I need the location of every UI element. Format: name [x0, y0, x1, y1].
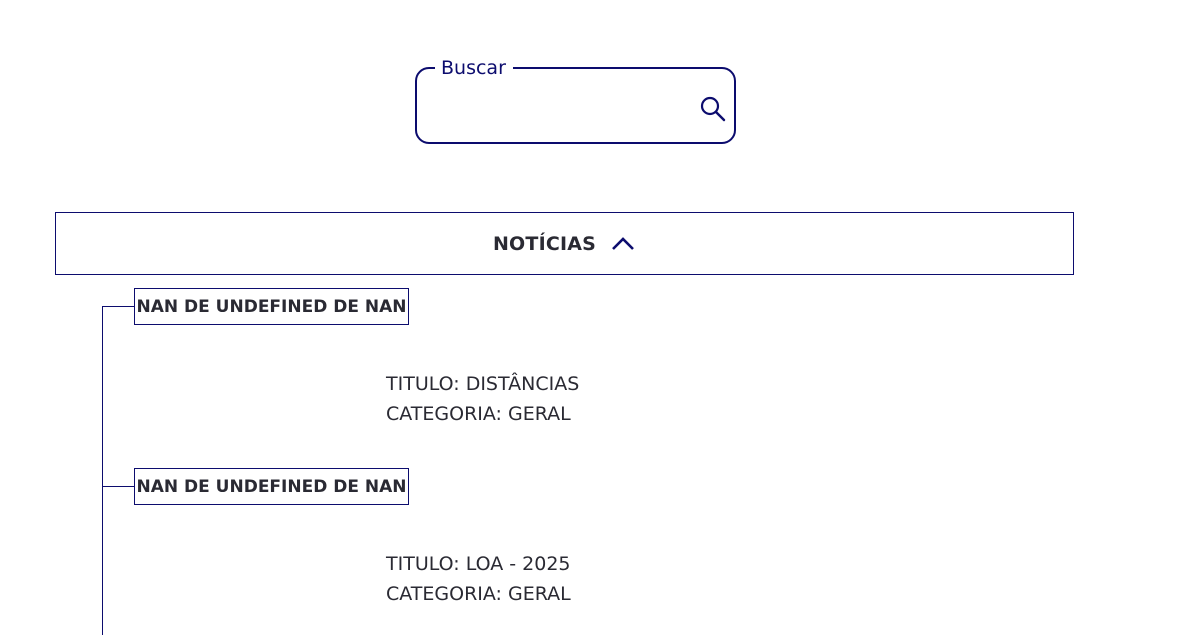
news-item-details[interactable]: TITULO: LOA - 2025 CATEGORIA: GERAL — [386, 549, 571, 609]
news-title-prefix: TITULO: — [386, 553, 460, 575]
news-category: GERAL — [508, 403, 571, 425]
news-category-prefix: CATEGORIA: — [386, 403, 502, 425]
news-title-line: TITULO: DISTÂNCIAS — [386, 369, 579, 399]
news-item-details[interactable]: TITULO: DISTÂNCIAS CATEGORIA: GERAL — [386, 369, 579, 429]
timeline-connector — [102, 306, 135, 307]
news-category: GERAL — [508, 583, 571, 605]
search-field[interactable]: Buscar — [415, 57, 736, 144]
search-icon[interactable] — [699, 95, 727, 123]
news-category-line: CATEGORIA: GERAL — [386, 579, 571, 609]
news-title-prefix: TITULO: — [386, 373, 460, 395]
search-label: Buscar — [435, 57, 513, 79]
news-title: LOA - 2025 — [465, 553, 571, 575]
news-title: DISTÂNCIAS — [465, 373, 580, 395]
news-date-badge: NAN DE UNDEFINED DE NAN — [134, 468, 409, 505]
search-input[interactable] — [435, 91, 699, 123]
page: Buscar NOTÍCIAS NAN DE UNDEFINED DE NAN … — [0, 0, 1185, 635]
chevron-up-icon — [610, 236, 636, 252]
news-accordion-header[interactable]: NOTÍCIAS — [55, 212, 1074, 275]
accordion-title: NOTÍCIAS — [492, 232, 597, 255]
timeline-line — [102, 306, 103, 635]
timeline-connector — [102, 486, 135, 487]
news-title-line: TITULO: LOA - 2025 — [386, 549, 571, 579]
news-category-line: CATEGORIA: GERAL — [386, 399, 579, 429]
news-category-prefix: CATEGORIA: — [386, 583, 502, 605]
news-date-badge: NAN DE UNDEFINED DE NAN — [134, 288, 409, 325]
